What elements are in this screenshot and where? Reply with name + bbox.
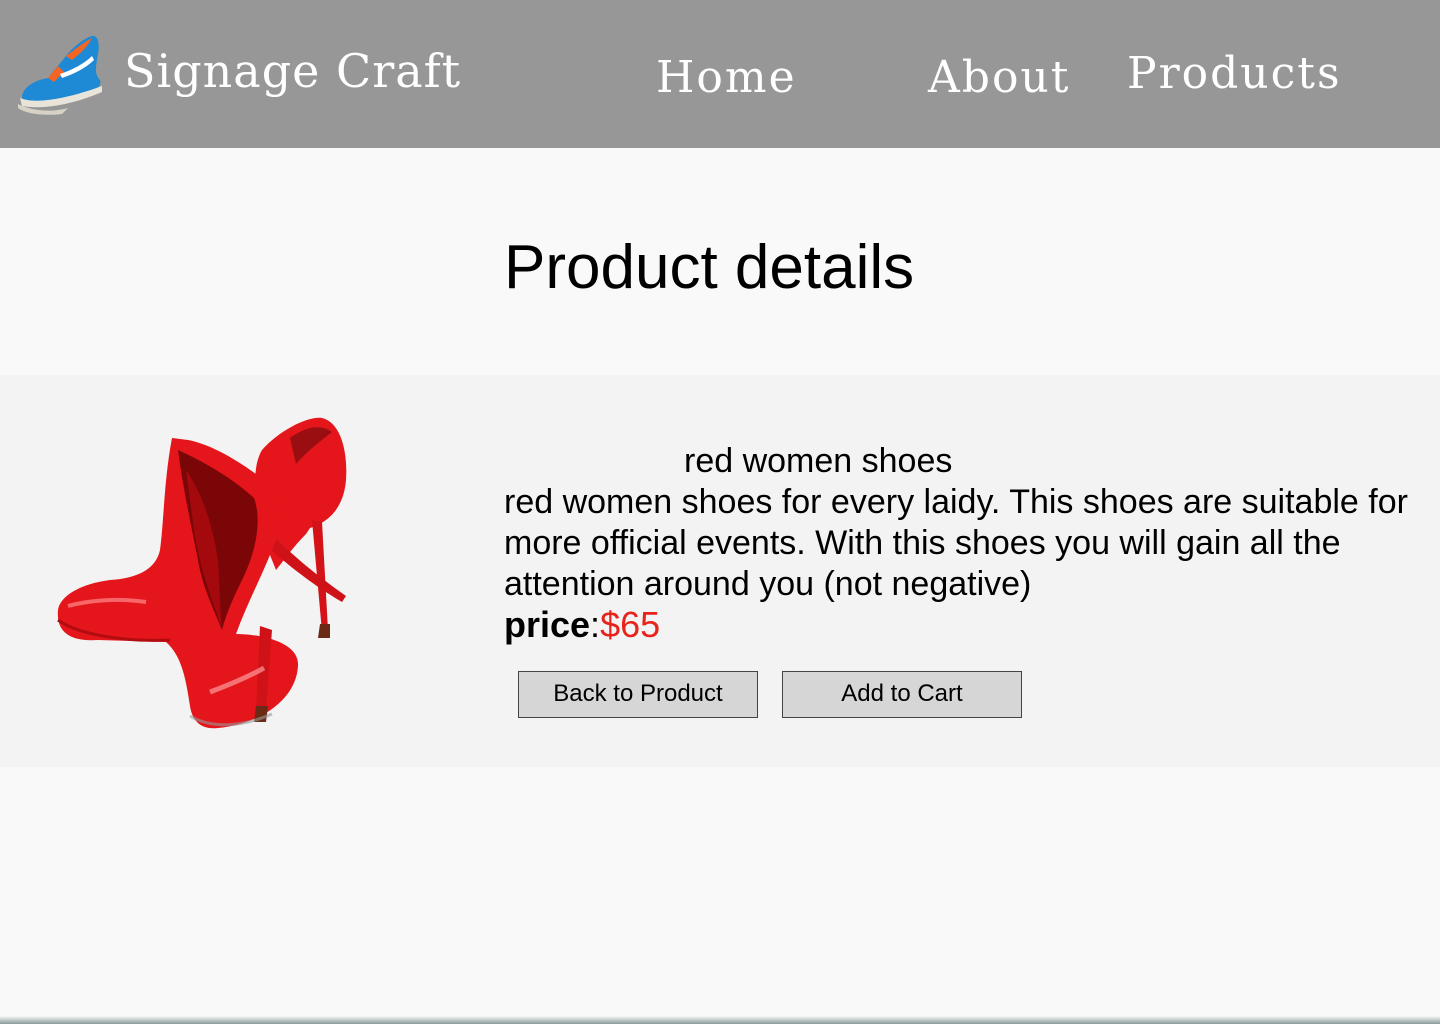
back-to-product-button[interactable]: Back to Product [518,671,758,718]
brand-name[interactable]: Signage Craft [124,44,461,98]
price-value: $65 [600,604,661,645]
price-separator: : [590,604,601,645]
product-description: red women shoes for every laidy. This sh… [504,483,1408,603]
page-title: Product details [504,233,915,302]
add-to-cart-button[interactable]: Add to Cart [782,671,1022,718]
nav-products[interactable]: Products [1127,48,1342,99]
price-label: price [504,604,591,645]
red-high-heels-image [57,417,347,729]
site-header: Signage Craft Home About Products [0,0,1440,148]
nav-home[interactable]: Home [656,52,797,103]
page-bottom-divider [0,1016,1440,1024]
product-name: red women shoes [684,442,953,480]
sneaker-logo-icon[interactable] [14,30,104,116]
nav-about[interactable]: About [928,52,1070,103]
product-price: price:$65 [504,604,660,646]
